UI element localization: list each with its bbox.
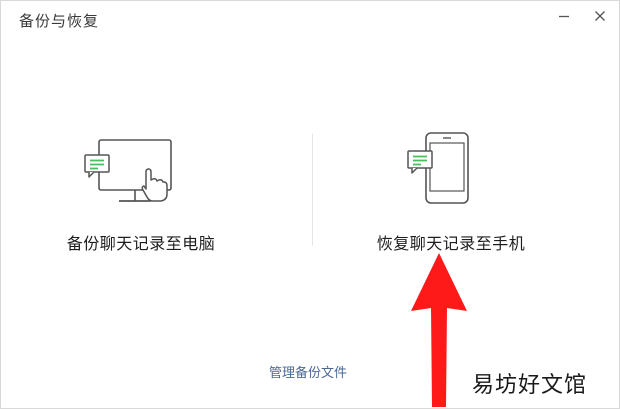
restore-to-phone-option[interactable]: 恢复聊天记录至手机 [341,121,561,261]
divider [312,134,313,246]
backup-restore-window: 备份与恢复 备份聊天记录至电脑 恢复聊天记录至手机 管理备份文件 易坊好文馆 [0,0,620,409]
monitor-chat-icon [81,139,201,223]
minimize-button[interactable] [552,5,576,27]
watermark-text: 易坊好文馆 [472,373,588,398]
window-title: 备份与恢复 [19,12,100,30]
manage-backup-files-link[interactable]: 管理备份文件 [269,362,347,381]
close-button[interactable] [588,5,612,27]
backup-to-pc-option[interactable]: 备份聊天记录至电脑 [41,121,241,261]
minimize-icon [559,15,569,18]
phone-chat-icon [406,131,486,215]
backup-to-pc-label: 备份聊天记录至电脑 [66,234,216,253]
close-icon [595,11,605,21]
red-up-arrow [409,251,469,409]
